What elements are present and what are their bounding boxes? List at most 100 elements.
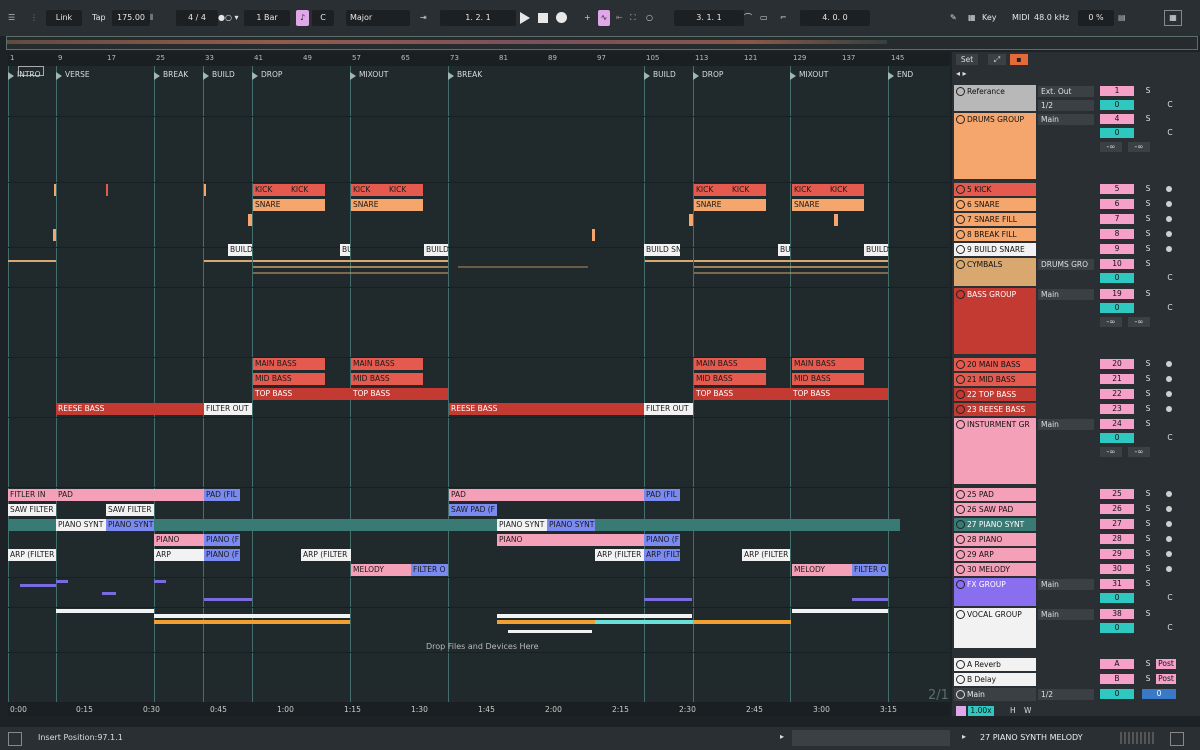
session-record-icon[interactable]: ○ — [646, 10, 653, 26]
locator-build[interactable]: BUILD — [212, 70, 235, 79]
menu-icon[interactable]: ☰ — [8, 10, 18, 26]
clip-piano-synth[interactable]: PIANO SYNT — [56, 519, 106, 531]
track-melody[interactable]: 30 MELODY — [954, 563, 1036, 576]
track-cymbals[interactable]: CYMBALS — [954, 258, 1036, 286]
track-referance[interactable]: Referance — [954, 85, 1036, 111]
clip-saw-pad[interactable]: SAW PAD (F — [449, 504, 497, 516]
lock-icon[interactable]: ▪ — [1010, 54, 1028, 65]
quantize-select[interactable]: 1 Bar — [244, 10, 290, 26]
clip-snare[interactable]: SNARE — [694, 199, 766, 211]
edit-icon[interactable]: ✎ — [950, 10, 957, 26]
clip-mid-bass[interactable]: MID BASS — [792, 373, 864, 385]
track-number[interactable]: 31 — [1100, 579, 1134, 589]
track-number[interactable]: 28 — [1100, 534, 1134, 544]
clip-piano-synth[interactable]: PIANO SYNT — [547, 519, 595, 531]
track-volume[interactable]: 0 — [1100, 100, 1134, 110]
locator-mixout[interactable]: MIXOUT — [359, 70, 388, 79]
clip-reese-bass[interactable]: REESE BASS — [449, 403, 644, 415]
track-volume[interactable]: 0 — [1100, 623, 1134, 633]
track-number[interactable]: 4 — [1100, 114, 1134, 124]
time-ruler[interactable]: 0:00 0:15 0:30 0:45 1:00 1:15 1:30 1:45 … — [8, 702, 950, 716]
solo-button[interactable]: S — [1142, 579, 1154, 589]
track-output-channel[interactable]: 1/2 — [1038, 100, 1094, 111]
clip-arp-filter[interactable]: ARP (FILTER — [301, 549, 351, 561]
track-output[interactable]: 1/2 — [1038, 689, 1094, 700]
cue-button[interactable]: C — [1164, 128, 1176, 138]
clip-reese-bass[interactable]: REESE BASS — [56, 403, 204, 415]
detail-toggle-icon[interactable] — [1170, 732, 1184, 746]
midi-map-button[interactable]: MIDI — [1012, 10, 1030, 26]
record-button[interactable] — [556, 12, 567, 23]
clip-piano-synth[interactable]: PIANO SYNT — [106, 519, 154, 531]
solo-button[interactable]: S — [1142, 609, 1154, 619]
monitor-icon[interactable] — [1166, 361, 1172, 367]
clip-build-snare[interactable]: BUILD — [340, 244, 350, 256]
track-output[interactable]: Main — [1038, 579, 1094, 590]
clip-snare[interactable]: SNARE — [792, 199, 864, 211]
track-number[interactable]: 25 — [1100, 489, 1134, 499]
grid-icon[interactable]: ▦ — [968, 10, 976, 26]
add-icon[interactable]: + — [584, 10, 591, 26]
clip-arp[interactable]: ARP — [154, 549, 204, 561]
clip-piano[interactable]: PIANO — [154, 534, 204, 546]
loop-icon[interactable]: ⌒ — [744, 10, 752, 26]
solo-button[interactable]: S — [1142, 534, 1154, 544]
track-break-fill[interactable]: 8 BREAK FILL — [954, 228, 1036, 241]
track-number[interactable]: 29 — [1100, 549, 1134, 559]
locator-verse[interactable]: VERSE — [65, 70, 90, 79]
track-output[interactable]: Ext. Out — [1038, 86, 1094, 97]
solo-button[interactable]: S — [1142, 504, 1154, 514]
solo-button[interactable]: S — [1142, 389, 1154, 399]
track-vocal-group[interactable]: VOCAL GROUP — [954, 608, 1036, 648]
time-signature-field[interactable]: 4 / 4 — [176, 10, 218, 26]
clip-kick[interactable]: KICK — [387, 184, 423, 196]
track-output[interactable]: Main — [1038, 419, 1094, 430]
clip-saw-filter[interactable]: SAW FILTER — [106, 504, 154, 516]
post-button[interactable]: Post — [1156, 674, 1176, 684]
cue-button[interactable]: C — [1164, 593, 1176, 603]
track-number[interactable]: 27 — [1100, 519, 1134, 529]
solo-button[interactable]: S — [1142, 86, 1154, 96]
monitor-icon[interactable] — [1166, 551, 1172, 557]
clip-build-snare[interactable]: BUILD — [864, 244, 888, 256]
clip-pad[interactable]: PAD — [56, 489, 204, 501]
zoom-field[interactable]: 1.00x — [968, 706, 994, 716]
clip-filter-out[interactable]: FILTER OUT — [644, 403, 693, 415]
clip-kick[interactable]: KICK — [694, 184, 730, 196]
clip-build-snare[interactable]: BUILD SN — [644, 244, 680, 256]
link-button[interactable]: Link — [46, 10, 82, 26]
play-button[interactable] — [520, 12, 530, 24]
track-number[interactable]: 23 — [1100, 404, 1134, 414]
track-bass-group[interactable]: BASS GROUP — [954, 288, 1036, 354]
clip-mid-bass[interactable]: MID BASS — [351, 373, 423, 385]
solo-button[interactable]: S — [1142, 289, 1154, 299]
clip-saw-filter[interactable]: SAW FILTER — [8, 504, 56, 516]
solo-button[interactable]: S — [1142, 404, 1154, 414]
monitor-icon[interactable] — [1166, 376, 1172, 382]
track-number[interactable]: 21 — [1100, 374, 1134, 384]
track-number[interactable]: 26 — [1100, 504, 1134, 514]
metronome-icon[interactable]: ⦀ — [150, 10, 154, 26]
arrangement-view[interactable]: INTRO VERSE BREAK BUILD DROP MIXOUT BREA… — [8, 52, 950, 716]
clip-kick[interactable]: KICK — [792, 184, 828, 196]
cue-button[interactable]: C — [1164, 303, 1176, 313]
solo-button[interactable]: S — [1142, 244, 1154, 254]
set-button[interactable]: Set — [956, 54, 978, 65]
automation-arm-icon[interactable]: ∿ — [598, 10, 610, 26]
key-map-button[interactable]: Key — [982, 10, 997, 26]
solo-button[interactable]: S — [1142, 659, 1154, 669]
track-volume[interactable]: 0 — [1100, 273, 1134, 283]
clip-pad[interactable]: PAD — [449, 489, 644, 501]
track-number[interactable]: 22 — [1100, 389, 1134, 399]
post-button[interactable]: Post — [1156, 659, 1176, 669]
bar-ruler[interactable] — [8, 52, 950, 66]
solo-button[interactable]: S — [1142, 229, 1154, 239]
track-number[interactable]: 9 — [1100, 244, 1134, 254]
solo-button[interactable]: S — [1142, 259, 1154, 269]
solo-button[interactable]: S — [1142, 374, 1154, 384]
clip-main-bass[interactable]: MAIN BASS — [351, 358, 423, 370]
track-saw-pad[interactable]: 26 SAW PAD — [954, 503, 1036, 516]
capture-icon[interactable]: ⛶ — [630, 10, 636, 26]
clip-top-bass[interactable]: TOP BASS — [351, 388, 448, 400]
track-output[interactable]: Main — [1038, 609, 1094, 620]
